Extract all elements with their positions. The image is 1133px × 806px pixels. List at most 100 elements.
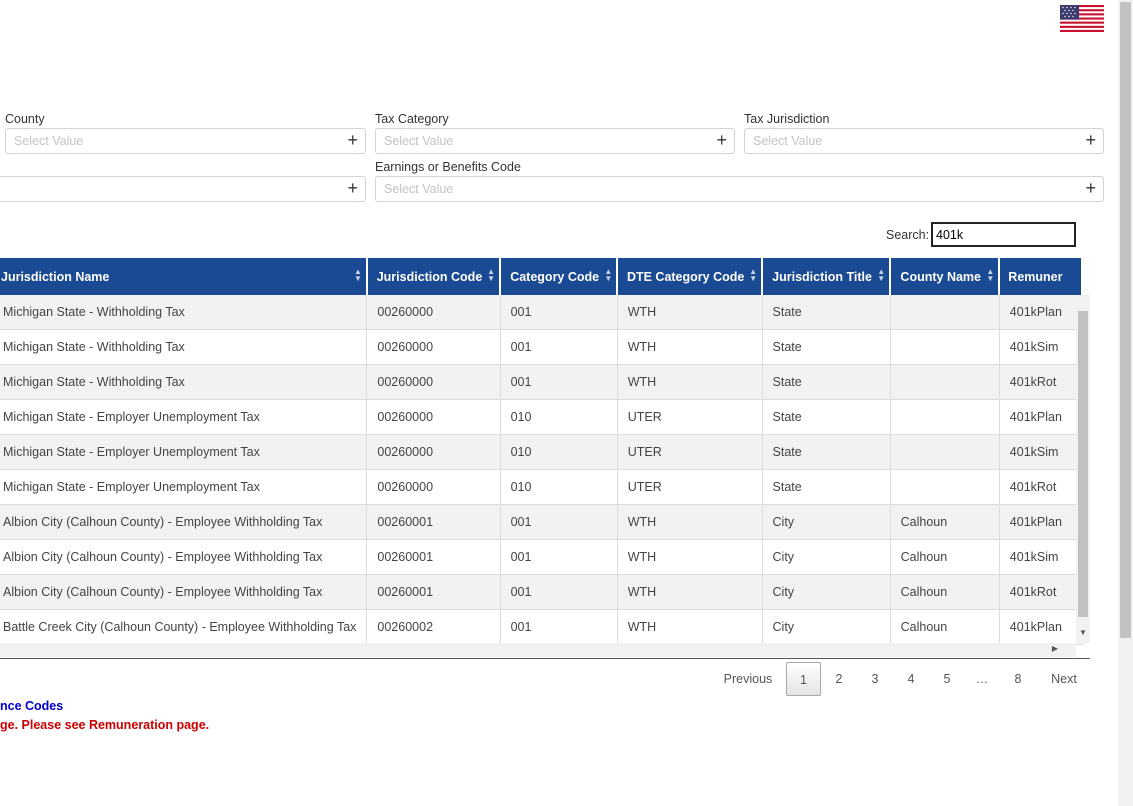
header-dte-category-code[interactable]: DTE Category Code ▲ ▼: [617, 258, 764, 295]
cell-jurisdiction-code: 00260000: [366, 364, 501, 400]
remuneration-codes-link[interactable]: nce Codes: [0, 699, 63, 713]
tax-jurisdiction-placeholder: Select Value: [753, 134, 823, 148]
pagination-page-5[interactable]: 5: [937, 662, 957, 696]
cell-remuneration: 401kSim: [999, 329, 1083, 365]
header-label: County Name: [900, 269, 981, 284]
tax-jurisdiction-select[interactable]: Select Value +: [744, 128, 1104, 154]
header-category-code[interactable]: Category Code ▲ ▼: [500, 258, 619, 295]
pagination-page-3[interactable]: 3: [865, 662, 885, 696]
cell-category-code: 001: [500, 504, 618, 540]
table-row[interactable]: Michigan State - Withholding Tax 00260000…: [0, 329, 1083, 365]
pagination-page-1[interactable]: 1: [786, 662, 821, 696]
earnings-code-select[interactable]: Select Value +: [375, 176, 1104, 202]
cell-jurisdiction-title: State: [762, 364, 891, 400]
sort-arrows-icon: ▲ ▼: [353, 267, 362, 283]
cell-jurisdiction-name: Albion City (Calhoun County) - Employee …: [0, 539, 368, 575]
cell-remuneration: 401kPlan: [999, 295, 1083, 330]
pagination-previous[interactable]: Previous: [720, 662, 776, 696]
unlabeled-select[interactable]: +: [0, 176, 366, 202]
cell-category-code: 001: [500, 609, 618, 645]
cell-jurisdiction-name: Albion City (Calhoun County) - Employee …: [0, 574, 368, 610]
cell-jurisdiction-title: City: [762, 504, 891, 540]
page-scrollbar-thumb[interactable]: [1120, 2, 1131, 638]
header-label: Jurisdiction Code: [376, 269, 483, 284]
header-county-name[interactable]: County Name ▲ ▼: [890, 258, 1001, 295]
cell-category-code: 001: [500, 364, 618, 400]
table-row[interactable]: Michigan State - Employer Unemployment T…: [0, 469, 1083, 505]
cell-county-name: [890, 295, 1000, 330]
table-vertical-scrollbar[interactable]: ▼: [1076, 295, 1090, 643]
sort-arrows-icon: ▲ ▼: [877, 267, 886, 283]
table-row[interactable]: Albion City (Calhoun County) - Employee …: [0, 539, 1083, 575]
county-select[interactable]: Select Value +: [5, 128, 366, 154]
pagination-next[interactable]: Next: [1044, 662, 1084, 696]
cell-county-name: Calhoun: [890, 504, 1000, 540]
cell-county-name: [890, 364, 1000, 400]
cell-jurisdiction-title: State: [762, 399, 891, 435]
header-remuneration[interactable]: Remuner: [999, 258, 1083, 295]
header-jurisdiction-code[interactable]: Jurisdiction Code ▲ ▼: [366, 258, 502, 295]
tax-category-placeholder: Select Value: [384, 134, 454, 148]
pagination-page-8[interactable]: 8: [1008, 662, 1028, 696]
plus-icon[interactable]: +: [716, 130, 727, 151]
sort-arrows-icon: ▲ ▼: [604, 267, 613, 283]
table-row[interactable]: Michigan State - Withholding Tax 00260000…: [0, 295, 1083, 330]
sort-arrows-icon: ▲ ▼: [986, 267, 995, 283]
cell-county-name: [890, 434, 1000, 470]
cell-jurisdiction-title: City: [762, 574, 891, 610]
table-row[interactable]: Michigan State - Employer Unemployment T…: [0, 434, 1083, 470]
header-jurisdiction-name[interactable]: Jurisdiction Name ▲ ▼: [0, 258, 368, 295]
cell-dte-category-code: WTH: [617, 295, 763, 330]
scroll-right-icon[interactable]: ▶: [1052, 644, 1058, 653]
plus-icon[interactable]: +: [347, 130, 358, 151]
pagination-page-4[interactable]: 4: [901, 662, 921, 696]
cell-remuneration: 401kSim: [999, 539, 1083, 575]
results-table-container: Jurisdiction Name ▲ ▼ Jurisdiction Code ▲ ▼ …: [0, 258, 1090, 659]
cell-jurisdiction-title: State: [762, 329, 891, 365]
earnings-code-placeholder: Select Value: [384, 182, 454, 196]
header-jurisdiction-title[interactable]: Jurisdiction Title ▲ ▼: [762, 258, 892, 295]
cell-jurisdiction-code: 00260000: [366, 469, 501, 505]
cell-category-code: 001: [500, 539, 618, 575]
cell-dte-category-code: WTH: [617, 504, 763, 540]
search-input[interactable]: [931, 222, 1076, 247]
cell-jurisdiction-code: 00260001: [366, 539, 501, 575]
cell-dte-category-code: WTH: [617, 539, 763, 575]
table-row[interactable]: Michigan State - Withholding Tax 00260000…: [0, 364, 1083, 400]
table-row[interactable]: Albion City (Calhoun County) - Employee …: [0, 574, 1083, 610]
header-label: Jurisdiction Title: [772, 269, 872, 284]
cell-category-code: 010: [500, 469, 618, 505]
page-scrollbar[interactable]: [1118, 0, 1133, 806]
table-row[interactable]: Battle Creek City (Calhoun County) - Emp…: [0, 609, 1083, 645]
cell-remuneration: 401kPlan: [999, 399, 1083, 435]
table-row[interactable]: Albion City (Calhoun County) - Employee …: [0, 504, 1083, 540]
scroll-down-icon[interactable]: ▼: [1079, 628, 1087, 637]
table-row[interactable]: Michigan State - Employer Unemployment T…: [0, 399, 1083, 435]
cell-dte-category-code: UTER: [617, 399, 763, 435]
cell-jurisdiction-name: Albion City (Calhoun County) - Employee …: [0, 504, 368, 540]
cell-county-name: Calhoun: [890, 574, 1000, 610]
cell-category-code: 001: [500, 295, 618, 330]
cell-jurisdiction-code: 00260000: [366, 295, 501, 330]
plus-icon[interactable]: +: [1085, 178, 1096, 199]
plus-icon[interactable]: +: [347, 178, 358, 199]
cell-category-code: 010: [500, 399, 618, 435]
cell-remuneration: 401kPlan: [999, 504, 1083, 540]
plus-icon[interactable]: +: [1085, 130, 1096, 151]
cell-jurisdiction-name: Michigan State - Employer Unemployment T…: [0, 399, 368, 435]
county-placeholder: Select Value: [14, 134, 84, 148]
cell-remuneration: 401kRot: [999, 469, 1083, 505]
cell-dte-category-code: WTH: [617, 609, 763, 645]
cell-jurisdiction-name: Michigan State - Withholding Tax: [0, 364, 368, 400]
table-horizontal-scrollbar[interactable]: ▶: [0, 643, 1076, 657]
pagination-page-2[interactable]: 2: [829, 662, 849, 696]
tax-category-select[interactable]: Select Value +: [375, 128, 735, 154]
cell-remuneration: 401kSim: [999, 434, 1083, 470]
table-vertical-scrollbar-thumb[interactable]: [1078, 311, 1088, 617]
cell-dte-category-code: UTER: [617, 469, 763, 505]
cell-jurisdiction-title: State: [762, 295, 891, 330]
header-label: DTE Category Code: [626, 269, 745, 284]
us-flag-icon[interactable]: [1060, 5, 1104, 32]
cell-remuneration: 401kRot: [999, 574, 1083, 610]
header-label: Remuner: [1008, 269, 1063, 284]
